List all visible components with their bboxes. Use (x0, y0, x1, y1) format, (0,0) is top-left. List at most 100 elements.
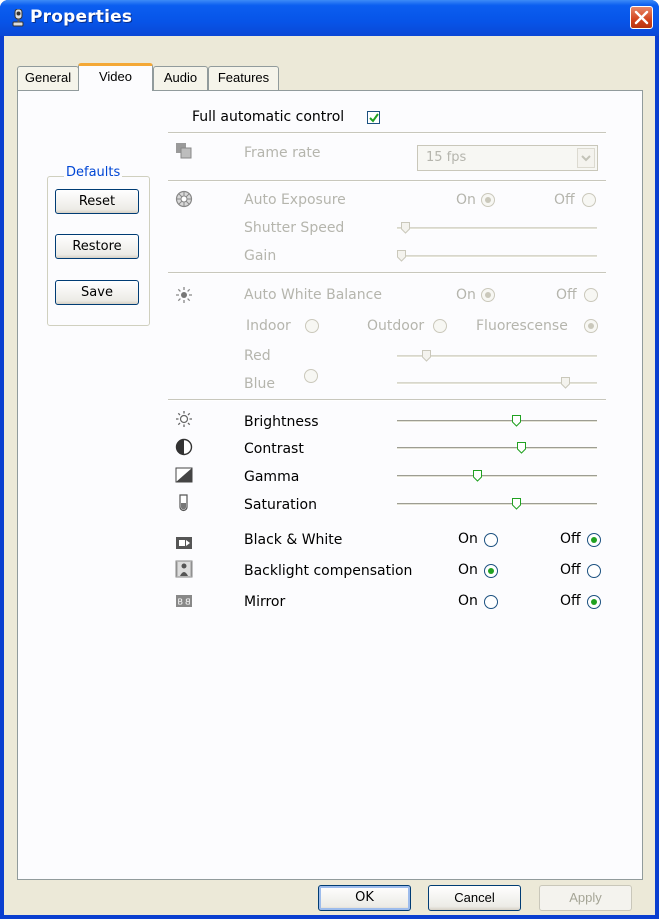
mirror-off-radio[interactable] (587, 595, 601, 609)
tab-video[interactable]: Video (78, 63, 153, 91)
backlight-off-label: Off (560, 562, 581, 578)
radio-dot (591, 599, 597, 605)
radio-dot (485, 197, 491, 203)
mirror-icon: B B (176, 595, 192, 607)
contrast-icon (175, 438, 193, 456)
wb-off-radio[interactable] (584, 288, 598, 302)
red-label: Red (244, 348, 271, 364)
backlight-label: Backlight compensation (244, 563, 413, 579)
gamma-label: Gamma (244, 469, 300, 485)
black-white-on-radio[interactable] (484, 533, 498, 547)
black-white-on-label: On (458, 531, 478, 547)
mirror-on-label: On (458, 593, 478, 609)
svg-text:B: B (178, 598, 184, 607)
gain-label: Gain (244, 248, 277, 264)
fluorescense-radio[interactable] (584, 319, 598, 333)
black-white-off-radio[interactable] (587, 533, 601, 547)
exposure-on-label: On (456, 192, 476, 208)
outdoor-radio[interactable] (433, 319, 447, 333)
wb-on-radio[interactable] (481, 288, 495, 302)
saturation-track (397, 503, 597, 506)
defaults-title: Defaults (64, 165, 123, 180)
restore-button[interactable]: Restore (55, 234, 139, 259)
gain-slider[interactable] (397, 250, 406, 262)
tab-audio[interactable]: Audio (153, 66, 208, 90)
mirror-off-label: Off (560, 593, 581, 609)
contrast-label: Contrast (244, 441, 304, 457)
backlight-off-radio[interactable] (587, 564, 601, 578)
radio-dot (591, 537, 597, 543)
exposure-on-radio[interactable] (481, 193, 495, 207)
blue-slider[interactable] (561, 377, 571, 389)
close-button[interactable] (630, 6, 653, 29)
shutter-speed-track (397, 227, 597, 230)
black-white-label: Black & White (244, 532, 343, 548)
ok-button[interactable]: OK (318, 885, 411, 911)
shutter-speed-slider[interactable] (400, 222, 410, 234)
exposure-off-radio[interactable] (582, 193, 596, 207)
window-title: Properties (30, 7, 133, 27)
brightness-track (397, 420, 597, 423)
apply-button[interactable]: Apply (539, 885, 632, 911)
dropdown-button[interactable] (577, 148, 595, 168)
outdoor-label: Outdoor (367, 318, 425, 334)
wb-off-label: Off (556, 287, 577, 303)
radio-dot (485, 292, 491, 298)
separator (168, 180, 606, 182)
separator (168, 132, 606, 134)
tab-video-label: Video (98, 69, 132, 84)
title-bar[interactable]: Properties (0, 0, 659, 36)
full-auto-checkbox[interactable] (367, 111, 380, 124)
fluorescense-label: Fluorescense (476, 318, 568, 334)
checkmark-icon (369, 113, 379, 123)
tab-features[interactable]: Features (208, 66, 279, 90)
gamma-icon (175, 467, 193, 483)
separator (168, 399, 606, 401)
contrast-slider[interactable] (517, 442, 527, 454)
frame-rate-select[interactable]: 15 fps (417, 145, 598, 171)
auto-white-balance-label: Auto White Balance (244, 287, 382, 303)
frame-rate-value: 15 fps (426, 150, 467, 165)
mirror-label: Mirror (244, 594, 286, 610)
backlight-on-radio[interactable] (484, 564, 498, 578)
save-button[interactable]: Save (55, 280, 139, 305)
cancel-button[interactable]: Cancel (428, 885, 521, 911)
indoor-radio[interactable] (305, 319, 319, 333)
blue-label: Blue (244, 376, 275, 392)
webcam-icon (12, 9, 24, 27)
brightness-label: Brightness (244, 414, 319, 430)
wb-on-label: On (456, 287, 476, 303)
indoor-label: Indoor (246, 318, 291, 334)
frame-rate-icon (176, 143, 192, 159)
tab-features-label: Features (217, 70, 270, 85)
red-slider[interactable] (421, 350, 431, 362)
full-auto-label: Full automatic control (192, 109, 345, 125)
close-icon (634, 10, 649, 25)
tab-general-label: General (24, 70, 72, 85)
white-balance-icon (176, 287, 192, 303)
gamma-slider[interactable] (473, 470, 483, 482)
aperture-icon (175, 190, 193, 208)
frame-rate-label: Frame rate (244, 145, 321, 161)
brightness-slider[interactable] (511, 415, 521, 427)
backlight-icon (175, 560, 193, 578)
red-blue-link-radio[interactable] (304, 369, 318, 383)
saturation-slider[interactable] (511, 498, 521, 510)
separator (168, 272, 606, 274)
chevron-down-icon (581, 155, 591, 162)
auto-exposure-label: Auto Exposure (244, 192, 346, 208)
mirror-on-radio[interactable] (484, 595, 498, 609)
black-white-off-label: Off (560, 531, 581, 547)
reset-button[interactable]: Reset (55, 189, 139, 214)
gain-track (397, 255, 597, 258)
radio-dot (588, 323, 594, 329)
exposure-off-label: Off (554, 192, 575, 208)
radio-dot (488, 568, 494, 574)
svg-text:B: B (185, 598, 191, 607)
tab-audio-label: Audio (163, 70, 198, 85)
contrast-track (397, 447, 597, 450)
tab-general[interactable]: General (17, 66, 79, 90)
gamma-track (397, 475, 597, 478)
saturation-label: Saturation (244, 497, 317, 513)
black-white-icon (176, 537, 192, 549)
